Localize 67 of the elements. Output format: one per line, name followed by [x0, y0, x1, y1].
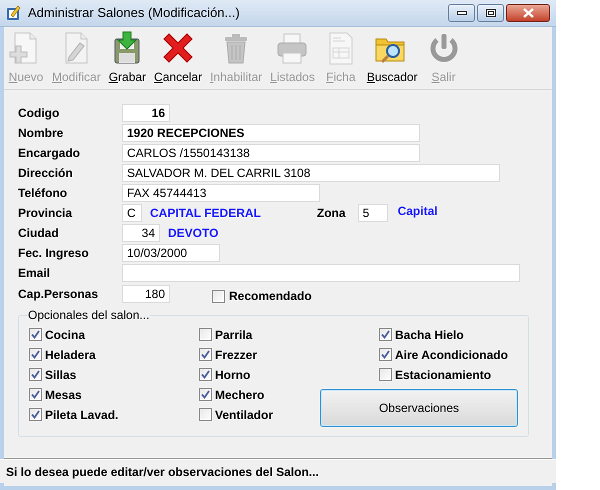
- checkbox[interactable]: [199, 388, 212, 401]
- input-field[interactable]: [122, 264, 520, 282]
- group-title: Opcionales del salon...: [27, 308, 150, 322]
- checkbox[interactable]: [29, 348, 42, 361]
- field-label: Codigo: [18, 105, 60, 122]
- field-label: Dirección: [18, 165, 74, 182]
- checkbox-label: Aire Acondicionado: [395, 346, 508, 364]
- checkbox-label: Sillas: [45, 366, 76, 384]
- toolbar-button[interactable]: Cancelar: [152, 31, 204, 84]
- minimize-button[interactable]: [448, 4, 475, 22]
- checkbox[interactable]: [29, 408, 42, 421]
- maximize-button[interactable]: [477, 4, 504, 22]
- checkbox-label: Mechero: [215, 386, 264, 404]
- field-label: Encargado: [18, 145, 82, 162]
- input-field[interactable]: C: [122, 204, 142, 222]
- checkbox[interactable]: [29, 388, 42, 401]
- lookup-text: Capital: [398, 203, 438, 220]
- toolbar-button[interactable]: Grabar: [106, 31, 148, 84]
- checkbox[interactable]: [379, 368, 392, 381]
- field-label: Ciudad: [18, 225, 60, 242]
- checkbox[interactable]: [199, 348, 212, 361]
- close-button[interactable]: [506, 4, 550, 22]
- input-field[interactable]: 180: [122, 285, 170, 303]
- lookup-text: DEVOTO: [168, 225, 218, 242]
- checkbox-label: Frezzer: [215, 346, 258, 364]
- checkbox-label: Parrila: [215, 326, 252, 344]
- observaciones-button[interactable]: Observaciones: [320, 389, 518, 427]
- input-field[interactable]: 16: [122, 104, 170, 122]
- input-field[interactable]: CARLOS /1550143138: [122, 144, 420, 162]
- input-field[interactable]: 5: [358, 204, 388, 222]
- checkbox-label: Recomendado: [229, 288, 312, 305]
- input-field[interactable]: FAX 45744413: [122, 184, 320, 202]
- window-title: Administrar Salones (Modificación...): [28, 4, 240, 22]
- app-icon: [6, 5, 22, 21]
- input-field[interactable]: 1920 RECEPCIONES: [122, 124, 420, 142]
- checkbox-label: Cocina: [45, 326, 86, 344]
- checkbox-label: Heladera: [45, 346, 96, 364]
- minimize-icon: [456, 11, 466, 15]
- input-field[interactable]: SALVADOR M. DEL CARRIL 3108: [122, 164, 500, 182]
- checkbox[interactable]: [29, 368, 42, 381]
- toolbar-button[interactable]: Buscador: [364, 31, 420, 84]
- checkbox[interactable]: [199, 408, 212, 421]
- checkbox[interactable]: [29, 328, 42, 341]
- checkbox[interactable]: [379, 348, 392, 361]
- field-label: Zona: [316, 205, 346, 222]
- checkbox-label: Horno: [215, 366, 250, 384]
- input-field[interactable]: 34: [122, 224, 160, 242]
- checkbox-label: Ventilador: [215, 406, 274, 424]
- input-field[interactable]: 10/03/2000: [122, 244, 220, 262]
- checkbox-label: Estacionamiento: [395, 366, 492, 384]
- lookup-text: CAPITAL FEDERAL: [150, 205, 261, 222]
- status-bar: Si lo desea puede editar/ver observaciones del Salon...: [0, 459, 556, 483]
- checkbox-label: Bacha Hielo: [395, 326, 464, 344]
- field-label: Provincia: [18, 205, 74, 222]
- close-icon: [522, 8, 534, 18]
- field-label: Cap.Personas: [18, 286, 100, 303]
- checkbox-label: Pileta Lavad.: [45, 406, 118, 424]
- field-label: Nombre: [18, 125, 64, 142]
- restore-icon: [486, 9, 496, 17]
- checkbox-label: Mesas: [45, 386, 82, 404]
- checkbox[interactable]: [199, 328, 212, 341]
- field-label: Teléfono: [18, 185, 68, 202]
- checkbox[interactable]: [212, 290, 225, 302]
- checkbox[interactable]: [199, 368, 212, 381]
- field-label: Email: [18, 265, 52, 282]
- checkbox[interactable]: [379, 328, 392, 341]
- field-label: Fec. Ingreso: [18, 245, 90, 262]
